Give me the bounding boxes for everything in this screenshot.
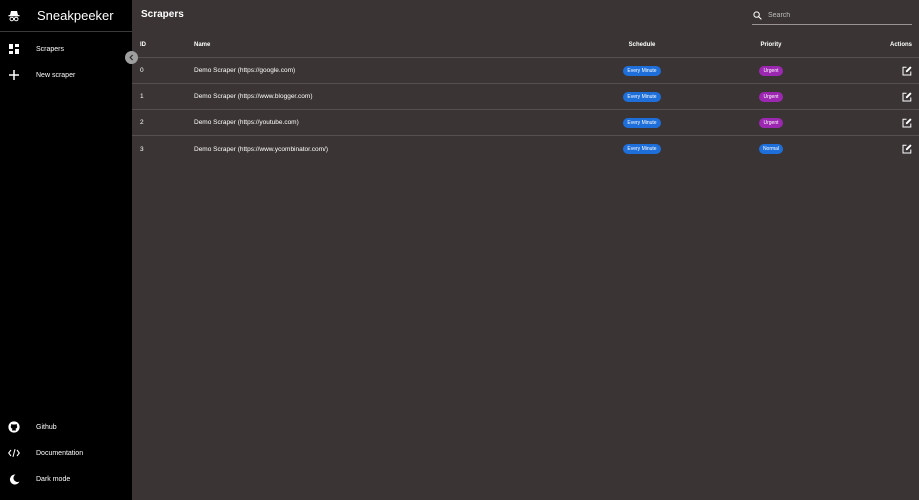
spy-logo-icon [8, 10, 20, 22]
github-icon [8, 421, 20, 433]
column-header-name[interactable]: Name [194, 32, 210, 57]
table-row[interactable]: 1 Demo Scraper (https://www.blogger.com)… [132, 84, 919, 110]
sidebar-item-label: Scrapers [36, 45, 65, 53]
priority-badge: Normal [758, 144, 784, 154]
edit-icon[interactable] [902, 65, 912, 76]
schedule-badge: Every Minute [623, 117, 661, 128]
edit-icon[interactable] [902, 91, 912, 102]
priority-badge: Urgent [759, 65, 783, 76]
table-row[interactable]: 2 Demo Scraper (https://youtube.com) Eve… [132, 110, 919, 136]
schedule-badge: Every Minute [623, 65, 661, 76]
row-id: 3 [140, 145, 144, 153]
edit-icon[interactable] [902, 144, 912, 154]
brand: Sneakpeeker [0, 0, 132, 32]
row-name: Demo Scraper (https://google.com) [194, 67, 296, 74]
column-header-schedule[interactable]: Schedule [602, 32, 682, 57]
sidebar: Sneakpeeker Scrapers New scraper Github … [0, 0, 132, 500]
scrapers-table: ID Name Schedule Priority Actions 0 Demo… [132, 32, 919, 162]
column-header-id[interactable]: ID [140, 32, 146, 57]
top-bar: Scrapers [132, 0, 919, 32]
row-id: 2 [140, 119, 144, 126]
sidebar-item-new-scraper[interactable]: New scraper [0, 62, 132, 88]
app-title: Sneakpeeker [37, 8, 114, 23]
row-name: Demo Scraper (https://youtube.com) [194, 119, 299, 126]
edit-icon[interactable] [902, 117, 912, 128]
collapse-sidebar-button[interactable] [125, 51, 138, 64]
code-icon [8, 447, 20, 459]
column-header-priority[interactable]: Priority [731, 32, 811, 57]
row-id: 1 [140, 93, 144, 100]
schedule-badge: Every Minute [623, 144, 661, 154]
priority-badge: Urgent [759, 91, 783, 102]
table-header-row: ID Name Schedule Priority Actions [132, 32, 919, 58]
moon-icon [8, 473, 20, 485]
row-name: Demo Scraper (https://www.blogger.com) [194, 93, 313, 100]
sidebar-item-label: Github [36, 423, 57, 431]
page-title: Scrapers [141, 9, 184, 20]
plus-icon [8, 69, 20, 81]
chevron-left-icon [128, 54, 135, 61]
sidebar-item-github[interactable]: Github [0, 414, 132, 440]
sidebar-item-label: New scraper [36, 71, 76, 79]
main-content: Scrapers ID Name Schedule Priority Actio… [132, 0, 919, 500]
sidebar-item-scrapers[interactable]: Scrapers [0, 36, 132, 62]
search-icon [753, 10, 762, 20]
dashboard-icon [8, 43, 20, 55]
search-box [752, 6, 912, 25]
schedule-badge: Every Minute [623, 91, 661, 102]
sidebar-item-label: Dark mode [36, 475, 71, 483]
sidebar-item-dark-mode[interactable]: Dark mode [0, 466, 132, 492]
row-id: 0 [140, 67, 144, 74]
sidebar-item-label: Documentation [36, 449, 84, 457]
sidebar-item-documentation[interactable]: Documentation [0, 440, 132, 466]
priority-badge: Urgent [759, 117, 783, 128]
search-input[interactable] [768, 11, 898, 19]
row-name: Demo Scraper (https://www.ycombinator.co… [194, 145, 329, 153]
column-header-actions: Actions [889, 41, 912, 48]
table-row[interactable]: 0 Demo Scraper (https://google.com) Ever… [132, 58, 919, 84]
table-row[interactable]: 3 Demo Scraper (https://www.ycombinator.… [132, 136, 919, 162]
